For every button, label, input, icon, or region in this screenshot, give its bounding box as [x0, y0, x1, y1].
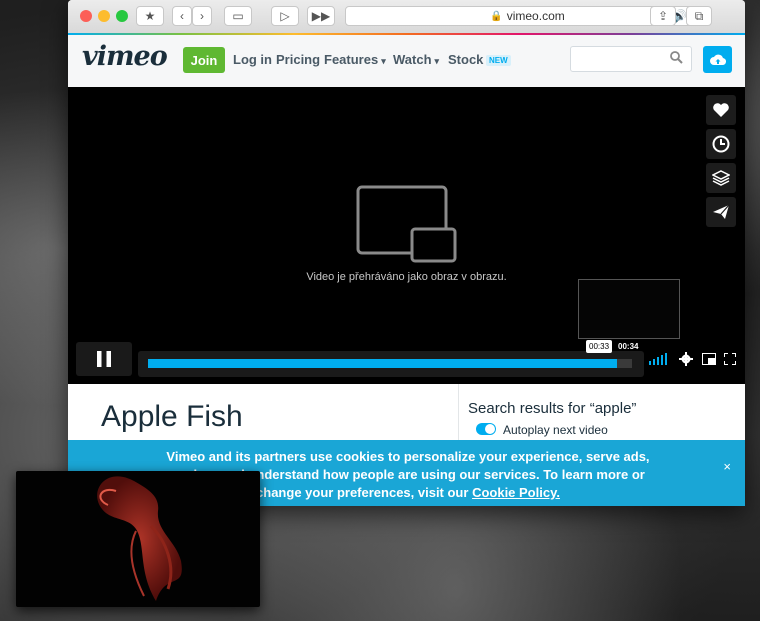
progress-bar-track[interactable] [138, 351, 644, 377]
progress-bar[interactable] [148, 359, 632, 368]
pricing-link[interactable]: Pricing [276, 52, 320, 67]
video-title: Apple Fish [101, 400, 243, 433]
autoplay-label: Autoplay next video [503, 423, 608, 437]
chevron-down-icon: ▾ [381, 56, 386, 66]
toggle-knob [485, 424, 495, 434]
heart-icon [713, 103, 729, 117]
divider [458, 384, 459, 444]
fish-video-frame [97, 476, 182, 601]
watch-label: Watch [393, 52, 432, 67]
close-window-button[interactable] [80, 10, 92, 22]
picture-in-picture-window[interactable] [16, 471, 260, 607]
login-link[interactable]: Log in [233, 52, 272, 67]
join-button[interactable]: Join [183, 47, 225, 73]
layers-icon [712, 170, 730, 186]
site-header: vimeo Join Log in Pricing Features ▾ Watc… [68, 35, 745, 88]
search-icon[interactable] [670, 51, 683, 67]
features-menu[interactable]: Features ▾ [324, 52, 386, 67]
vimeo-logo[interactable]: vimeo [82, 41, 168, 72]
clock-icon [712, 135, 730, 153]
search-input[interactable] [570, 46, 692, 72]
picture-in-picture-toggle-icon[interactable] [702, 353, 716, 365]
upload-button[interactable] [703, 46, 732, 73]
cookie-policy-link[interactable]: Cookie Policy. [472, 485, 560, 500]
collections-button[interactable] [706, 163, 736, 193]
watch-later-button[interactable] [706, 129, 736, 159]
pause-button[interactable] [76, 342, 132, 376]
browser-toolbar: ★ ‹ › ▭ ▷ ▶▶ 🔒 vimeo.com 🔊 ↻ ⇪ ⧉ [68, 0, 745, 34]
browser-window: ★ ‹ › ▭ ▷ ▶▶ 🔒 vimeo.com 🔊 ↻ ⇪ ⧉ vimeo J… [68, 0, 745, 506]
tabs-overview-icon[interactable]: ⧉ [686, 6, 712, 26]
current-time-tooltip: 00:33 [586, 340, 613, 353]
share-icon[interactable]: ⇪ [650, 6, 676, 26]
close-icon[interactable]: × [723, 459, 731, 474]
fullscreen-icon[interactable] [724, 353, 736, 365]
url-text: vimeo.com [506, 9, 565, 23]
video-player[interactable]: Video je přehráváno jako obraz v obrazu.… [68, 87, 745, 384]
picture-in-picture-icon [356, 185, 457, 263]
send-icon [713, 204, 730, 219]
new-badge: NEW [486, 55, 511, 66]
play-media-icon[interactable]: ▷ [271, 6, 299, 26]
bookmark-star-icon[interactable]: ★ [136, 6, 164, 26]
sidebar-icon[interactable]: ▭ [224, 6, 252, 26]
autoplay-toggle[interactable] [476, 423, 496, 435]
upload-cloud-icon [709, 54, 726, 65]
like-button[interactable] [706, 95, 736, 125]
volume-icon[interactable] [649, 353, 669, 365]
share-video-button[interactable] [706, 197, 736, 227]
forward-button[interactable]: › [192, 6, 212, 26]
reader-icon[interactable]: ▶▶ [307, 6, 335, 26]
settings-gear-icon[interactable] [679, 352, 693, 366]
lock-icon: 🔒 [490, 10, 503, 22]
progress-fill [148, 359, 618, 368]
player-controls: 00:33 00:34 [76, 340, 736, 378]
stock-link[interactable]: Stock [448, 52, 483, 67]
zoom-window-button[interactable] [116, 10, 128, 22]
scrub-thumbnail-preview [578, 279, 680, 339]
chevron-down-icon: ▾ [434, 56, 440, 66]
features-label: Features [324, 52, 379, 67]
total-time: 00:34 [618, 342, 639, 351]
pause-icon [97, 351, 111, 367]
back-button[interactable]: ‹ [172, 6, 192, 26]
watch-menu[interactable]: Watch ▾ [393, 52, 439, 67]
search-results-title: Search results for “apple” [468, 400, 637, 417]
minimize-window-button[interactable] [98, 10, 110, 22]
